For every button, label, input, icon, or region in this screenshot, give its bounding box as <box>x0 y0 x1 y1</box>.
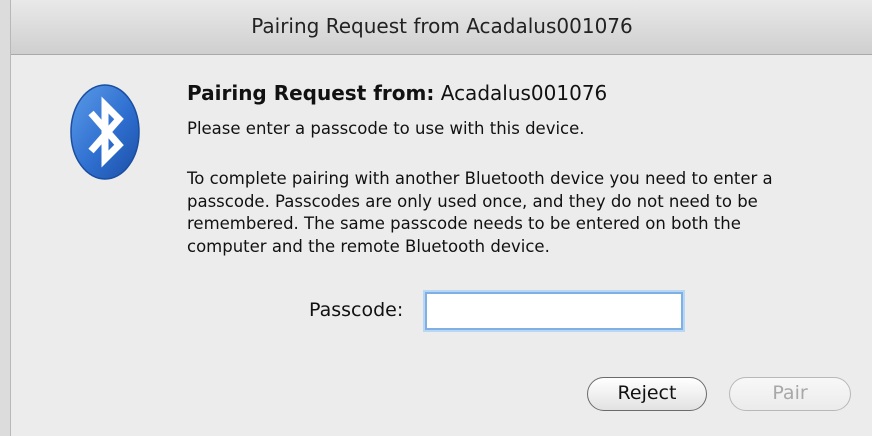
heading-label: Pairing Request from: <box>187 81 435 105</box>
explanation-line: remembered. The same passcode needs to b… <box>187 214 741 233</box>
reject-button[interactable]: Reject <box>587 377 707 411</box>
explanation-line: passcode. Passcodes are only used once, … <box>187 191 758 211</box>
pair-button[interactable]: Pair <box>729 377 851 411</box>
pairing-dialog-window: Pairing Request from Acadalus001076 Pair… <box>10 0 872 436</box>
device-name: Acadalus001076 <box>440 81 608 105</box>
explanation-text: To complete pairing with another Bluetoo… <box>187 168 837 258</box>
bluetooth-icon <box>70 84 140 180</box>
title-bar[interactable]: Pairing Request from Acadalus001076 <box>11 0 872 55</box>
passcode-input[interactable] <box>425 292 683 330</box>
dialog-heading: Pairing Request from: Acadalus001076 <box>187 81 607 105</box>
dialog-content: Pairing Request from: Acadalus001076 Ple… <box>11 55 872 436</box>
instruction-text: Please enter a passcode to use with this… <box>187 119 585 138</box>
passcode-label: Passcode: <box>309 299 404 321</box>
explanation-line: To complete pairing with another Bluetoo… <box>187 169 773 188</box>
explanation-line: computer and the remote Bluetooth device… <box>187 236 550 256</box>
window-title: Pairing Request from Acadalus001076 <box>251 14 633 38</box>
